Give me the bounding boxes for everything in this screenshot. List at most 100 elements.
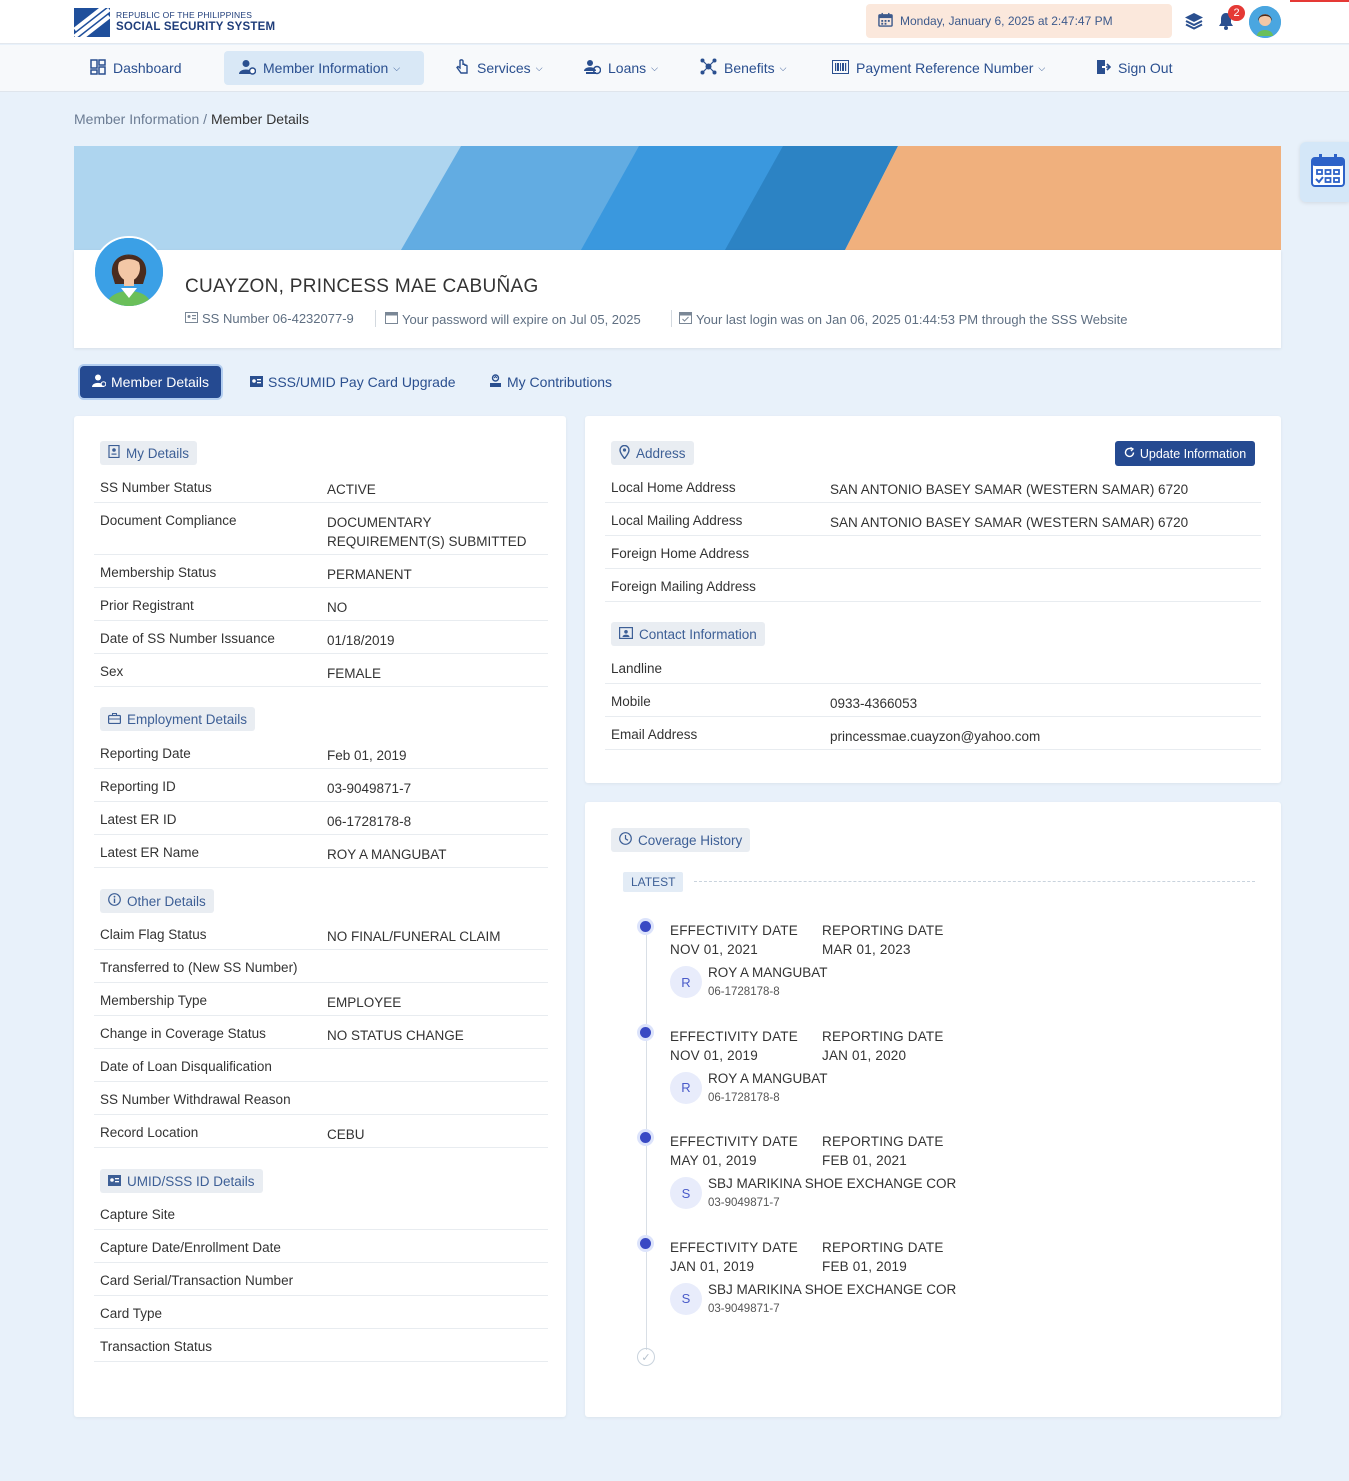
field-value: DOCUMENTARY REQUIREMENT(S) SUBMITTED	[327, 515, 527, 549]
top-accent-line	[1290, 0, 1349, 2]
field-value: ROY A MANGUBAT	[327, 847, 447, 862]
field-label: Date of SS Number Issuance	[100, 631, 275, 646]
breadcrumb-current: Member Details	[210, 111, 309, 127]
reporting-date-value: FEB 01, 2021	[822, 1153, 907, 1168]
field-value: 01/18/2019	[327, 633, 395, 648]
field-label: Membership Type	[100, 993, 208, 1008]
field-value: NO STATUS CHANGE	[327, 1028, 464, 1043]
my-details-row: Membership Status PERMANENT	[94, 555, 548, 588]
field-value: SAN ANTONIO BASEY SAMAR (WESTERN SAMAR) …	[830, 515, 1189, 530]
my-details-row: Document Compliance DOCUMENTARY REQUIREME…	[94, 503, 548, 555]
address-row: Foreign Mailing Address	[605, 569, 1261, 602]
field-label: Latest ER Name	[100, 845, 200, 860]
effectivity-date-value: MAY 01, 2019	[670, 1153, 757, 1168]
employment-row: Reporting ID 03-9049871-7	[94, 769, 548, 802]
other-details-row: Record Location CEBU	[94, 1115, 548, 1148]
services-hand-icon	[454, 58, 470, 78]
password-expiry-meta: Your password will expire on Jul 05, 202…	[385, 311, 641, 327]
nav-sign-out-label: Sign Out	[1118, 60, 1173, 76]
tab-member-details-label: Member Details	[111, 374, 210, 390]
update-information-button[interactable]: Update Information	[1115, 441, 1255, 466]
umid-row: Card Type	[94, 1296, 548, 1329]
employer-initial-avatar: R	[670, 1071, 702, 1104]
contact-information-header: Contact Information	[611, 622, 765, 646]
meta-divider	[375, 310, 376, 327]
coverage-history-header: Coverage History	[611, 828, 751, 852]
profile-banner	[74, 146, 1281, 250]
field-label: Email Address	[611, 727, 698, 742]
tab-member-details[interactable]: Member Details	[80, 366, 222, 398]
field-label: Mobile	[611, 694, 651, 709]
reporting-date-label: REPORTING DATE	[822, 1134, 944, 1149]
id-card-icon	[250, 374, 263, 390]
field-value: 03-9049871-7	[327, 781, 412, 796]
tab-pay-card-upgrade[interactable]: SSS/UMID Pay Card Upgrade	[238, 366, 468, 398]
chevron-down-icon: ⌵	[651, 62, 658, 73]
employer-id: 03-9049871-7	[708, 1302, 780, 1315]
address-title: Address	[636, 445, 686, 461]
layers-icon[interactable]	[1183, 10, 1205, 32]
employer-initial-avatar: R	[670, 966, 702, 998]
field-value: NO	[327, 600, 348, 615]
chevron-down-icon: ⌵	[535, 62, 543, 73]
document-icon	[108, 444, 120, 461]
my-details-row: Prior Registrant NO	[94, 588, 548, 621]
reporting-date-value: MAR 01, 2023	[822, 942, 911, 957]
address-header: Address	[611, 441, 694, 465]
nav-loans[interactable]: Loans ⌵	[574, 51, 668, 85]
address-row: Local Home Address SAN ANTONIO BASEY SAMA…	[605, 470, 1261, 503]
floating-calendar-button[interactable]	[1300, 142, 1349, 202]
field-value: PERMANENT	[327, 567, 412, 582]
sss-logo[interactable]: REPUBLIC OF THE PHILIPPINES SOCIAL SECUR…	[74, 7, 284, 37]
last-login-meta: Your last login was on Jan 06, 2025 01:4…	[679, 311, 1127, 327]
notification-badge: 2	[1228, 5, 1245, 21]
field-label: Transaction Status	[100, 1339, 213, 1354]
field-label: Foreign Mailing Address	[611, 579, 756, 594]
field-label: Membership Status	[100, 565, 217, 580]
contact-row: Email Address princessmae.cuayzon@yahoo.c…	[605, 717, 1261, 750]
profile-card	[74, 250, 1281, 348]
field-label: Latest ER ID	[100, 812, 177, 827]
info-icon	[108, 893, 121, 909]
employer-initial-avatar: S	[670, 1282, 702, 1315]
employer-id: 06-1728178-8	[708, 1091, 780, 1104]
umid-row: Capture Date/Enrollment Date	[94, 1230, 548, 1263]
other-details-row: SS Number Withdrawal Reason	[94, 1082, 548, 1115]
field-value: princessmae.cuayzon@yahoo.com	[830, 729, 1041, 744]
breadcrumb-parent[interactable]: Member Information /	[74, 111, 207, 127]
nav-services[interactable]: Services ⌵	[444, 51, 553, 85]
nav-benefits[interactable]: Benefits ⌵	[690, 51, 796, 85]
nav-sign-out[interactable]: Sign Out	[1085, 51, 1182, 85]
timeline-dot	[640, 1132, 651, 1143]
contact-information-title: Contact Information	[639, 626, 757, 642]
field-label: Record Location	[100, 1125, 199, 1140]
field-label: Landline	[611, 661, 663, 676]
chevron-down-icon: ⌵	[393, 62, 401, 73]
reporting-date-label: REPORTING DATE	[822, 1239, 944, 1255]
benefits-network-icon	[700, 58, 717, 78]
nav-member-information[interactable]: Member Information ⌵	[224, 51, 424, 85]
ss-number-meta: SS Number 06-4232077-9	[185, 311, 354, 326]
field-value: Feb 01, 2019	[327, 748, 407, 763]
other-details-row: Claim Flag Status NO FINAL/FUNERAL CLAIM	[94, 917, 548, 950]
field-label: SS Number Withdrawal Reason	[100, 1092, 291, 1107]
nav-dashboard[interactable]: Dashboard	[80, 51, 192, 85]
nav-payment-reference[interactable]: Payment Reference Number ⌵	[822, 51, 1055, 85]
field-value: 0933-4366053	[830, 696, 918, 711]
user-avatar[interactable]	[1249, 6, 1281, 38]
logo-line-1: REPUBLIC OF THE PHILIPPINES	[116, 9, 253, 20]
field-value: ACTIVE	[327, 482, 376, 497]
umid-row: Transaction Status	[94, 1329, 548, 1362]
id-card-icon	[108, 1174, 121, 1189]
my-details-header: My Details	[100, 441, 198, 465]
employer-id: 06-1728178-8	[708, 986, 780, 998]
nav-services-label: Services	[477, 60, 531, 76]
dashboard-icon	[90, 58, 106, 78]
umid-details-header: UMID/SSS ID Details	[100, 1169, 263, 1193]
sss-logo-mark	[74, 7, 110, 37]
timeline-dot	[640, 921, 651, 932]
field-value: NO FINAL/FUNERAL CLAIM	[327, 929, 501, 944]
ss-number-text: SS Number 06-4232077-9	[202, 311, 354, 326]
barcode-icon	[832, 59, 849, 77]
tab-my-contributions[interactable]: My Contributions	[477, 366, 624, 398]
